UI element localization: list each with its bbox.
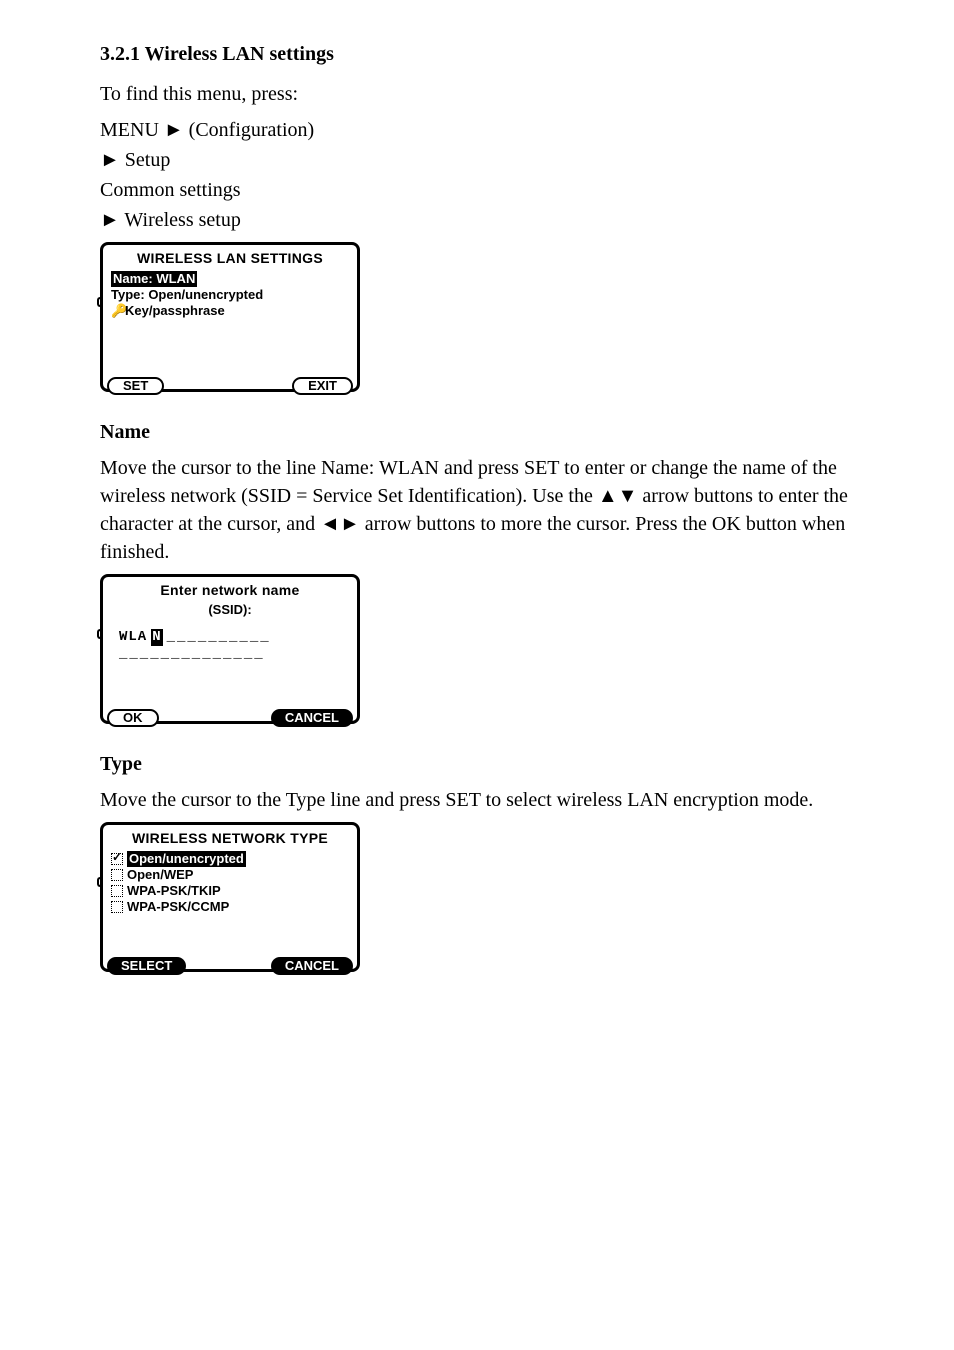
menu-path-step: Common settings <box>100 176 874 204</box>
lcd-row-type: Type: Open/unencrypted <box>111 287 351 303</box>
lcd-text: Key/passphrase <box>125 303 225 319</box>
lcd-subtitle: (SSID): <box>109 601 351 619</box>
menu-path-step: ► Setup <box>100 146 874 174</box>
subhead-name: Name <box>100 418 874 446</box>
lcd-row-name: Name: WLAN <box>111 271 351 287</box>
lcd-wireless-settings: WIRELESS LAN SETTINGS Name: WLAN Type: O… <box>100 242 360 392</box>
lcd-title: Enter network name <box>109 581 351 601</box>
name-instructions: Move the cursor to the line Name: WLAN a… <box>100 454 874 566</box>
checkbox-empty-icon <box>111 885 123 897</box>
lcd-enter-ssid: Enter network name (SSID): WLAN_________… <box>100 574 360 724</box>
lcd-text: Type: Open/unencrypted <box>111 287 263 303</box>
ssid-input-line2[interactable]: ______________ <box>119 646 351 664</box>
lcd-text: Open/WEP <box>127 867 193 883</box>
lcd-title: WIRELESS LAN SETTINGS <box>109 249 351 269</box>
type-instructions: Move the cursor to the Type line and pre… <box>100 786 874 814</box>
notch-icon <box>97 629 103 639</box>
notch-icon <box>97 877 103 887</box>
cancel-button[interactable]: CANCEL <box>271 709 353 727</box>
type-option-wpa-ccmp[interactable]: WPA-PSK/CCMP <box>111 899 351 915</box>
lcd-text-highlight: Open/unencrypted <box>127 851 246 867</box>
intro-text: To find this menu, press: <box>100 80 874 108</box>
select-button[interactable]: SELECT <box>107 957 186 975</box>
type-option-open-unencrypted[interactable]: Open/unencrypted <box>111 851 351 867</box>
lcd-text-highlight: Name: WLAN <box>111 271 197 287</box>
set-button[interactable]: SET <box>107 377 164 395</box>
cancel-button[interactable]: CANCEL <box>271 957 353 975</box>
lcd-text: WPA-PSK/TKIP <box>127 883 221 899</box>
section-heading: 3.2.1 Wireless LAN settings <box>100 40 874 68</box>
lcd-text: WPA-PSK/CCMP <box>127 899 229 915</box>
ssid-input-line[interactable]: WLAN __________ <box>119 629 351 647</box>
type-option-wpa-tkip[interactable]: WPA-PSK/TKIP <box>111 883 351 899</box>
checkbox-empty-icon <box>111 901 123 913</box>
notch-icon <box>97 297 103 307</box>
subhead-type: Type <box>100 750 874 778</box>
menu-path-list: MENU ► (Configuration) ► Setup Common se… <box>100 116 874 234</box>
key-icon: 🔑 <box>111 303 121 319</box>
exit-button[interactable]: EXIT <box>292 377 353 395</box>
menu-path-step: ► Wireless setup <box>100 206 874 234</box>
menu-path-step: MENU ► (Configuration) <box>100 116 874 144</box>
lcd-title: WIRELESS NETWORK TYPE <box>109 829 351 849</box>
lcd-network-type: WIRELESS NETWORK TYPE Open/unencrypted O… <box>100 822 360 972</box>
checkbox-empty-icon <box>111 869 123 881</box>
ssid-prefix: WLA <box>119 629 147 647</box>
lcd-row-key: 🔑 Key/passphrase <box>111 303 351 319</box>
checkbox-checked-icon <box>111 853 123 865</box>
ssid-cursor: N <box>151 629 162 647</box>
type-option-open-wep[interactable]: Open/WEP <box>111 867 351 883</box>
ok-button[interactable]: OK <box>107 709 159 727</box>
ssid-dashes: __________ <box>167 629 271 647</box>
